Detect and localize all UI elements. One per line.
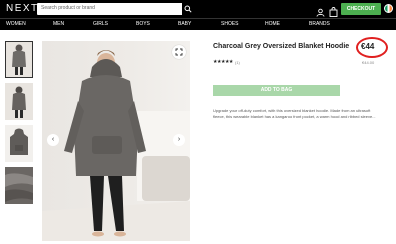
category-nav: WOMEN MEN GIRLS BOYS BABY SHOES HOME BRA… [0, 18, 396, 30]
product-price: €44 [361, 42, 375, 51]
search-icon[interactable] [182, 3, 194, 15]
thumbnail-2[interactable] [5, 83, 33, 120]
secondary-price: €44.00 [362, 60, 375, 65]
expand-icon [175, 48, 183, 56]
search-placeholder: Search product or brand [41, 5, 95, 11]
rating-stars[interactable]: ★★★★★ [213, 59, 233, 65]
thumbnail-1[interactable] [5, 41, 33, 78]
search-input[interactable]: Search product or brand [37, 3, 193, 15]
next-logo[interactable]: NEXT [6, 3, 39, 14]
next-image-button[interactable]: › [173, 134, 185, 146]
nav-item-boys[interactable]: BOYS [136, 21, 150, 27]
nav-item-shoes[interactable]: SHOES [221, 21, 239, 27]
product-description: Upgrade your off-duty comfort, with this… [213, 108, 376, 119]
checkout-button[interactable]: CHECKOUT [341, 3, 381, 15]
previous-image-button[interactable]: ‹ [47, 134, 59, 146]
review-count[interactable]: (1) [235, 60, 240, 65]
nav-item-brands[interactable]: BRANDS [309, 21, 330, 27]
nav-item-home[interactable]: HOME [265, 21, 280, 27]
nav-item-baby[interactable]: BABY [178, 21, 191, 27]
main-product-image[interactable] [42, 41, 190, 241]
nav-item-women[interactable]: WOMEN [6, 21, 26, 27]
top-bar: NEXT Search product or brand CHECKOUT [0, 0, 396, 18]
nav-item-men[interactable]: MEN [53, 21, 64, 27]
zoom-button[interactable] [172, 45, 186, 59]
thumbnail-4[interactable] [5, 167, 33, 204]
nav-item-girls[interactable]: GIRLS [93, 21, 108, 27]
add-to-bag-button[interactable]: ADD TO BAG [213, 85, 340, 96]
thumbnail-3[interactable] [5, 125, 33, 162]
product-title: Charcoal Grey Oversized Blanket Hoodie [213, 43, 350, 50]
ireland-flag-icon[interactable] [384, 4, 393, 13]
